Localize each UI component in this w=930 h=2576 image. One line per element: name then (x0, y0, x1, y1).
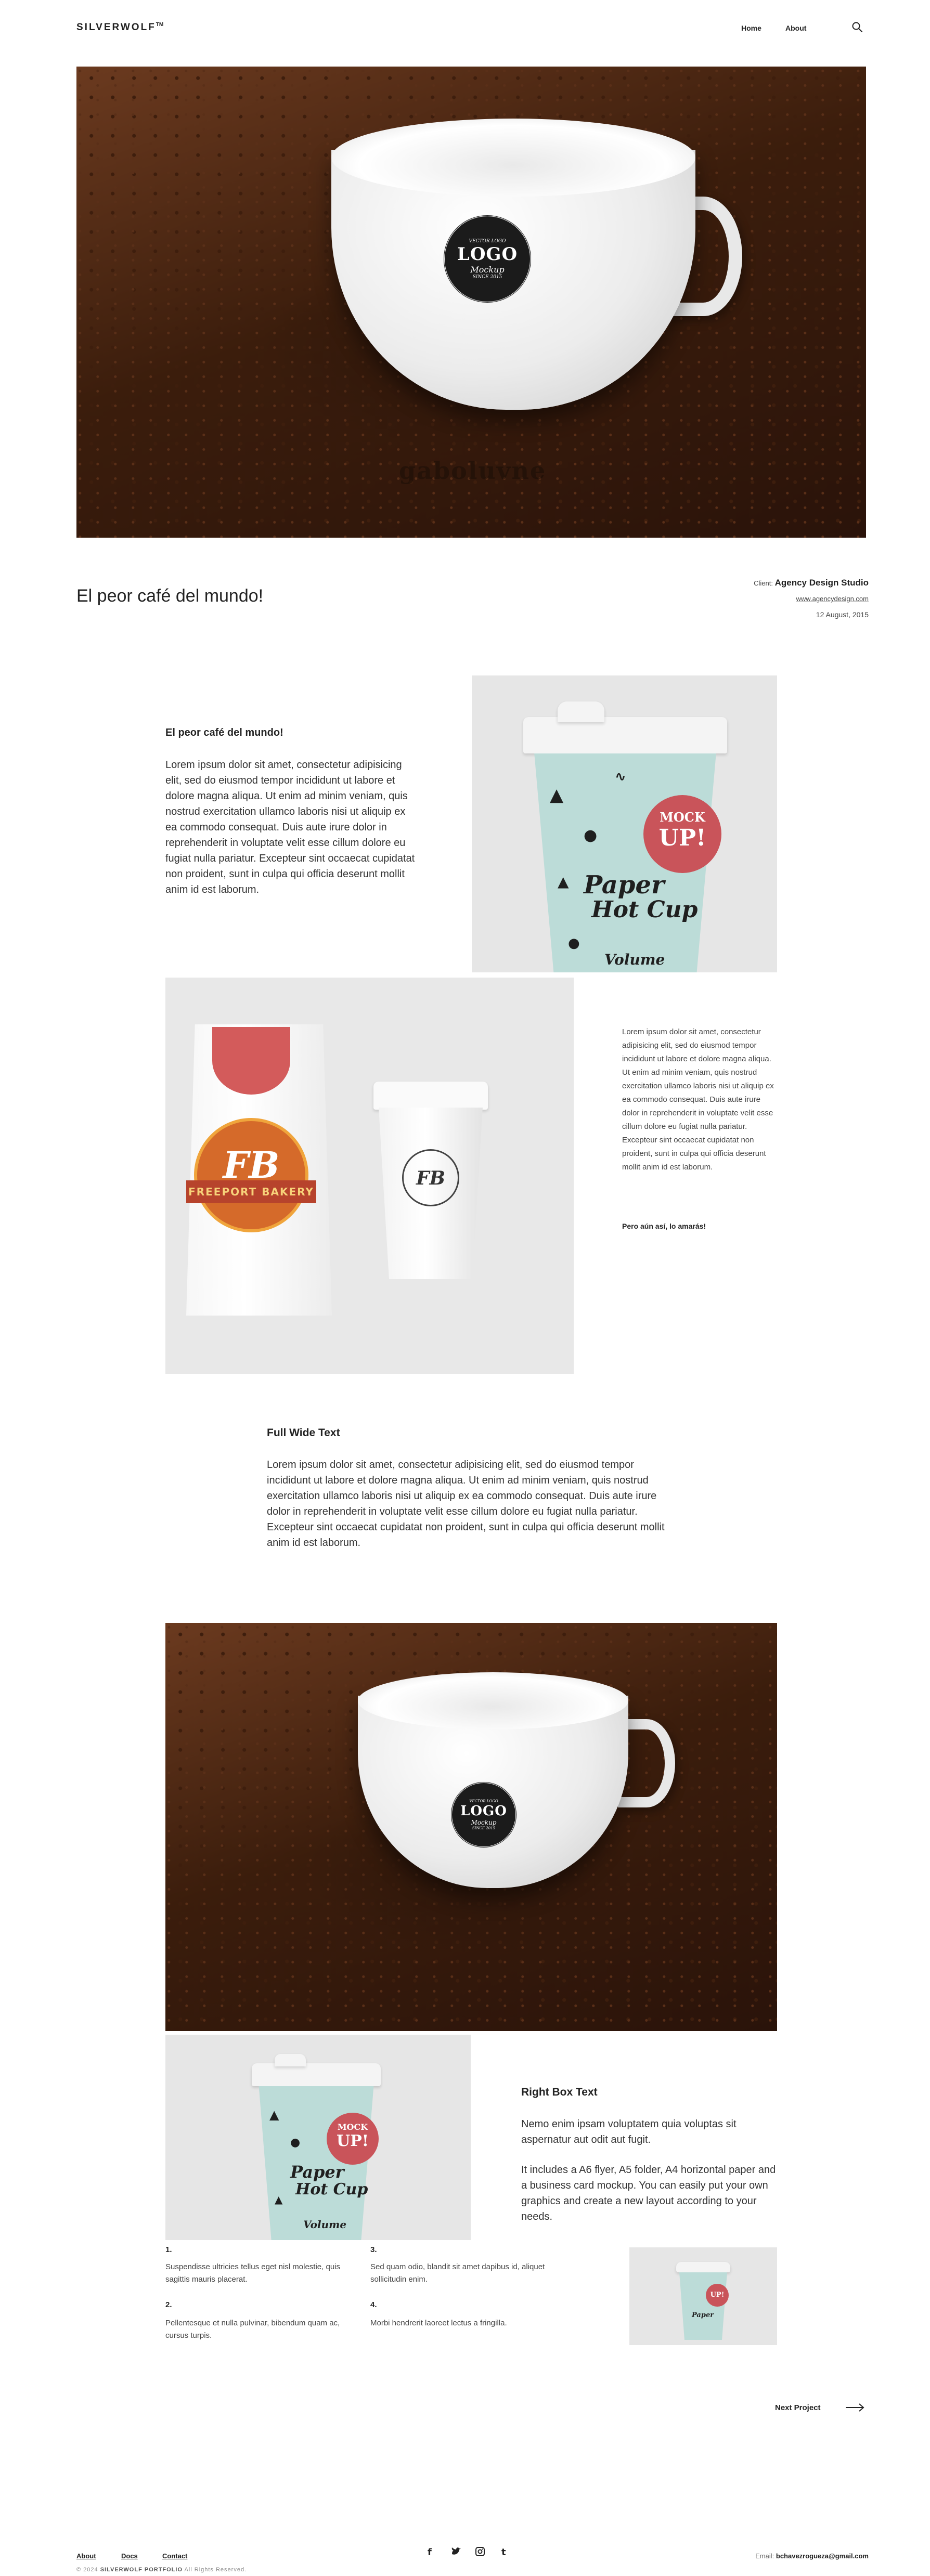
paper-cup-thumbnail: UP! Paper (629, 2247, 777, 2345)
mockup-bubble: MOCK UP! (643, 795, 721, 873)
cup-body (679, 2272, 727, 2340)
cup-script-hotcup: Hot Cup (591, 896, 698, 923)
decor-shape: ● (584, 826, 598, 844)
cup-volume-text: Volume (303, 2218, 347, 2231)
lid-spout (558, 701, 604, 722)
paper-hot-cup: UP! Paper (676, 2262, 730, 2340)
nav-about[interactable]: About (785, 24, 806, 32)
brand-logo[interactable]: SILVERWOLFTM (76, 22, 163, 33)
list-item-number: 4. (370, 2300, 377, 2309)
footer-link-about[interactable]: About (76, 2552, 96, 2560)
bakery-logo: FB (194, 1118, 308, 1232)
decor-shape: ▲ (275, 2193, 283, 2206)
client-url-link[interactable]: www.agencydesign.com (796, 595, 869, 603)
tumblr-icon[interactable]: t (501, 2547, 506, 2558)
bakery-ribbon: FREEPORT BAKERY (186, 1180, 316, 1203)
block2-tagline: Pero aún así, lo amarás! (622, 1222, 706, 1230)
decor-shape: ● (290, 2136, 301, 2149)
block1-text: Lorem ipsum dolor sit amet, consectetur … (165, 759, 415, 895)
mockup-bubble: MOCK UP! (327, 2113, 379, 2165)
client-name: Agency Design Studio (774, 578, 869, 588)
white-cup-logo: FB (402, 1149, 459, 1206)
cup-script-paper: Paper (584, 870, 665, 900)
copyright: © 2024 SILVERWOLF PORTFOLIO All Rights R… (76, 2567, 247, 2573)
decor-shape: ∿ (615, 769, 626, 785)
client-label: Client: (754, 579, 773, 587)
cup-script-hotcup: Hot Cup (295, 2180, 368, 2198)
lid-spout (275, 2054, 306, 2066)
list-item: Sed quam odio, blandit sit amet dapibus … (370, 2262, 545, 2284)
list-item-number: 2. (165, 2300, 172, 2309)
cup-volume-text: Volume (604, 951, 665, 968)
project-date: 12 August, 2015 (816, 610, 869, 619)
trademark: TM (156, 22, 164, 28)
next-project-link[interactable]: Next Project (775, 2403, 821, 2412)
list-item: Suspendisse ultricies tellus eget nisl m… (165, 2262, 340, 2284)
cup-rim (331, 119, 695, 197)
nav-home[interactable]: Home (741, 24, 761, 32)
paper-cup-image-2: MOCK UP! Paper Hot Cup Volume ▲ ● ▲ (165, 2035, 471, 2240)
fullwide-heading: Full Wide Text (267, 1427, 340, 1439)
decor-shape: ▲ (550, 785, 564, 805)
project-title: El peor café del mundo! (76, 586, 264, 606)
rightbox-para1: Nemo enim ipsam voluptatem quia voluptas… (521, 2118, 737, 2145)
hero-image: VECTOR LOGO LOGO Mockup SINCE 2015 gabol… (76, 67, 866, 538)
cup-lid (252, 2063, 381, 2086)
email-address[interactable]: bchavezrogueza@gmail.com (776, 2552, 869, 2560)
footer-email: Email: bchavezrogueza@gmail.com (755, 2552, 869, 2560)
paper-hot-cup: MOCK UP! Paper Hot Cup Volume ▲ ● ∿ ▲ ● (523, 701, 727, 972)
cup-logo-badge: VECTOR LOGO LOGO Mockup SINCE 2015 (450, 1781, 517, 1848)
white-cup-lid (373, 1082, 488, 1110)
decor-shape: ● (568, 935, 580, 951)
cup-logo-badge: VECTOR LOGO LOGO Mockup SINCE 2015 (443, 215, 532, 303)
cup-script-paper: Paper (290, 2162, 344, 2182)
bag-red-seal (212, 1027, 290, 1095)
cup-script-paper: Paper (692, 2311, 714, 2319)
image-watermark: gaboluvne (399, 457, 547, 485)
decor-shape: ▲ (269, 2107, 279, 2122)
rightbox-para2: It includes a A6 flyer, A5 folder, A4 ho… (521, 2164, 776, 2222)
footer-link-contact[interactable]: Contact (162, 2552, 187, 2560)
paper-hot-cup: MOCK UP! Paper Hot Cup Volume ▲ ● ▲ (252, 2054, 381, 2240)
list-item-number: 3. (370, 2245, 377, 2254)
block1-heading: El peor café del mundo! (165, 727, 283, 738)
cup-rim (358, 1672, 628, 1729)
fullwide-text: Lorem ipsum dolor sit amet, consectetur … (267, 1459, 665, 1549)
instagram-icon[interactable] (475, 2547, 485, 2559)
search-icon[interactable] (851, 21, 863, 33)
decor-shape: ▲ (558, 873, 569, 890)
cup-lid (523, 717, 727, 753)
mockup-bubble: UP! (706, 2284, 729, 2307)
list-item-number: 1. (165, 2245, 172, 2254)
cup-lid (676, 2262, 730, 2272)
coffee-image-2: VECTOR LOGO LOGO Mockup SINCE 2015 (165, 1623, 777, 2031)
list-item: Morbi hendrerit laoreet lectus a fringil… (370, 2319, 507, 2327)
rightbox-heading: Right Box Text (521, 2086, 598, 2098)
block2-text: Lorem ipsum dolor sit amet, consectetur … (622, 1027, 774, 1172)
footer-link-docs[interactable]: Docs (121, 2552, 138, 2560)
twitter-icon[interactable] (451, 2547, 461, 2559)
client-line: Client: Agency Design Studio (754, 578, 869, 588)
facebook-icon[interactable]: f (428, 2547, 432, 2558)
bakery-image: FB FREEPORT BAKERY FB (165, 978, 574, 1374)
paper-cup-image: MOCK UP! Paper Hot Cup Volume ▲ ● ∿ ▲ ● (472, 675, 777, 972)
arrow-right-icon[interactable] (846, 2402, 864, 2413)
list-item: Pellentesque et nulla pulvinar, bibendum… (165, 2319, 340, 2340)
